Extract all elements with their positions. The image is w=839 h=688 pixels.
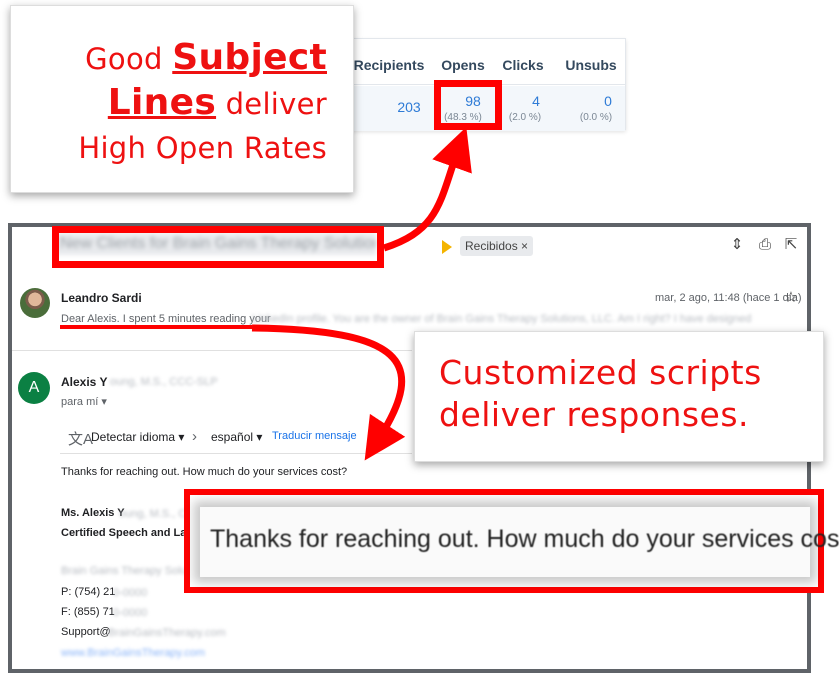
annotation-arrows <box>251 126 472 461</box>
arrow-subject-to-opens <box>382 126 472 252</box>
arrow-preview-to-reply <box>251 324 406 461</box>
